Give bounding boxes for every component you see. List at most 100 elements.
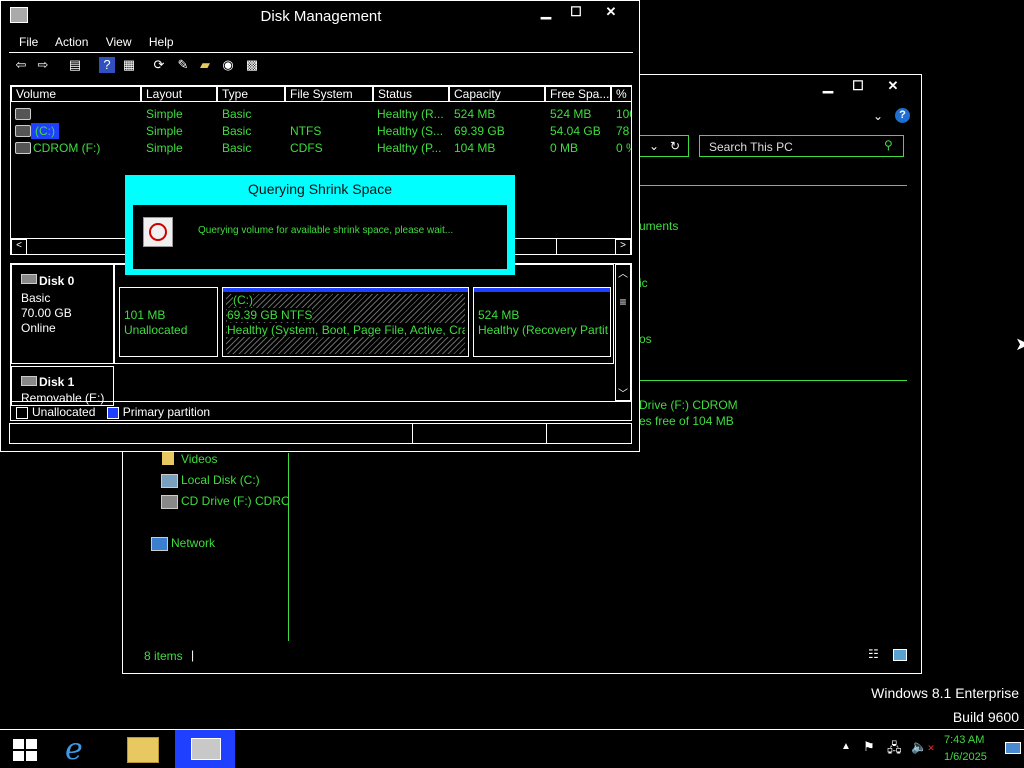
- cell-file-system: NTFS: [290, 124, 322, 138]
- volume-muted-icon[interactable]: 🔈✕: [911, 739, 935, 755]
- drive-item-cdrom[interactable]: Drive (F:) CDROM: [639, 398, 738, 412]
- search-icon[interactable]: ⚲: [884, 138, 893, 152]
- large-icons-view-icon[interactable]: [893, 649, 907, 661]
- col-status[interactable]: Status: [373, 86, 449, 102]
- file-explorer-icon: [127, 737, 159, 763]
- menu-view[interactable]: View: [106, 35, 132, 49]
- refresh-icon[interactable]: ↻: [670, 139, 680, 153]
- taskbar-internet-explorer[interactable]: e: [57, 730, 105, 768]
- disk0-name: Disk 0: [39, 274, 75, 288]
- folder-item-music[interactable]: ic: [639, 276, 648, 290]
- cell-type: Basic: [222, 124, 252, 138]
- search-input[interactable]: Search This PC ⚲: [699, 135, 904, 157]
- col-file-system[interactable]: File System: [285, 86, 373, 102]
- action-center-flag-icon[interactable]: ⚑: [863, 739, 875, 755]
- cell-percent-free: 0 %: [616, 141, 631, 155]
- menu-bar: File Action View Help: [9, 31, 633, 53]
- legend-unallocated-swatch: [16, 406, 28, 419]
- disk-icon: [21, 376, 37, 386]
- refresh-icon[interactable]: ⟳: [151, 57, 167, 73]
- disk1-name: Disk 1: [39, 375, 75, 389]
- scroll-down-button[interactable]: ﹀: [616, 385, 630, 400]
- show-hide-console-icon[interactable]: ▤: [67, 57, 83, 73]
- scroll-thumb[interactable]: [556, 239, 615, 254]
- close-button[interactable]: ✕: [596, 1, 626, 23]
- details-view-icon[interactable]: ☷: [868, 647, 879, 661]
- partition-recovery[interactable]: 524 MB Healthy (Recovery Partit: [473, 287, 611, 357]
- properties-icon[interactable]: ▦: [121, 57, 137, 73]
- col-percent-free[interactable]: % F: [611, 86, 631, 102]
- vertical-scrollbar[interactable]: ︿ ≡ ﹀: [615, 264, 631, 401]
- cell-layout: Simple: [146, 107, 183, 121]
- help-icon[interactable]: ?: [895, 108, 910, 123]
- nav-item-cd-drive[interactable]: CD Drive (F:) CDROM: [181, 494, 289, 508]
- disk-icon: [21, 274, 37, 284]
- network-icon: [151, 537, 168, 551]
- scroll-up-button[interactable]: ︿: [616, 265, 630, 280]
- clock-date[interactable]: 1/6/2025: [944, 751, 987, 763]
- disk0-type: Basic: [21, 291, 51, 305]
- settings-grid-icon[interactable]: ▩: [244, 57, 260, 73]
- taskbar-file-explorer[interactable]: [118, 730, 166, 768]
- scroll-right-button[interactable]: >: [615, 239, 631, 254]
- minimize-button[interactable]: ▁: [531, 1, 561, 23]
- status-bar: [9, 423, 632, 444]
- forward-icon[interactable]: ⇨: [35, 57, 51, 73]
- partition-unallocated[interactable]: 101 MB Unallocated: [119, 287, 218, 357]
- drive-free-text: es free of 104 MB: [639, 414, 734, 428]
- cell-capacity: 69.39 GB: [454, 124, 505, 138]
- col-free-space[interactable]: Free Spa...: [545, 86, 611, 102]
- disk1-label[interactable]: Disk 1 Removable (E:): [11, 366, 114, 406]
- partition-c-drive[interactable]: (C:) 69.39 GB NTFS Healthy (System, Boot…: [222, 287, 469, 357]
- folder-item-documents[interactable]: uments: [639, 219, 678, 233]
- cell-capacity: 104 MB: [454, 141, 496, 155]
- dropdown-icon[interactable]: ⌄: [649, 139, 659, 153]
- cell-layout: Simple: [146, 141, 183, 155]
- explorer-maximize-button[interactable]: ☐: [843, 75, 873, 97]
- menu-help[interactable]: Help: [149, 35, 174, 49]
- nav-item-videos[interactable]: Videos: [181, 452, 217, 466]
- start-button[interactable]: [0, 730, 48, 768]
- disk0-label[interactable]: Disk 0 Basic 70.00 GB Online: [11, 264, 114, 364]
- disk0-partitions: 101 MB Unallocated (C:) 69.39 GB NTFS He…: [114, 264, 614, 364]
- show-hidden-icons-icon[interactable]: ▲: [841, 741, 851, 752]
- partition-size: 101 MB: [124, 308, 166, 322]
- nav-item-network[interactable]: Network: [171, 536, 215, 550]
- col-volume[interactable]: Volume: [11, 86, 141, 102]
- explorer-minimize-button[interactable]: ▁: [813, 75, 843, 97]
- col-type[interactable]: Type: [217, 86, 285, 102]
- menu-file[interactable]: File: [19, 35, 38, 49]
- expand-ribbon-icon[interactable]: ⌄: [873, 109, 883, 123]
- rescan-icon[interactable]: ✎: [175, 57, 191, 73]
- open-folder-icon[interactable]: ▰: [197, 57, 213, 73]
- taskbar-disk-management[interactable]: [175, 730, 235, 768]
- os-build: Build 9600: [952, 709, 1019, 725]
- partition-header-bar: [223, 288, 468, 292]
- network-tray-icon[interactable]: 🖧: [887, 739, 902, 761]
- col-layout[interactable]: Layout: [141, 86, 217, 102]
- help-book-icon[interactable]: ?: [99, 57, 115, 73]
- nav-item-local-disk[interactable]: Local Disk (C:): [181, 473, 260, 487]
- scroll-thumb[interactable]: ≡: [616, 295, 630, 313]
- maximize-button[interactable]: ☐: [561, 1, 591, 23]
- show-desktop-icon[interactable]: [1005, 742, 1021, 754]
- partition-name: (C:): [233, 293, 253, 307]
- explorer-close-button[interactable]: ✕: [878, 75, 908, 97]
- col-capacity[interactable]: Capacity: [449, 86, 545, 102]
- partition-status: Healthy (System, Boot, Page File, Active…: [227, 323, 465, 337]
- menu-action[interactable]: Action: [55, 35, 88, 49]
- address-bar-fragment[interactable]: ⌄ ↻: [637, 135, 689, 157]
- scroll-left-button[interactable]: <: [11, 239, 27, 254]
- cell-volume: CDROM (F:): [33, 141, 101, 155]
- clock-time[interactable]: 7:43 AM: [944, 734, 984, 746]
- folder-item-videos[interactable]: os: [639, 332, 652, 346]
- cell-percent-free: 100: [616, 107, 631, 121]
- legend: Unallocated Primary partition: [11, 401, 631, 419]
- disk-management-icon: [191, 738, 221, 760]
- back-icon[interactable]: ⇦: [13, 57, 29, 73]
- shrink-dialog: Querying Shrink Space Querying volume fo…: [125, 175, 515, 275]
- cell-type: Basic: [222, 141, 252, 155]
- nav-pane-divider: [288, 453, 289, 641]
- search-disk-icon[interactable]: ◉: [220, 57, 236, 73]
- mouse-cursor-icon: ➤: [1015, 334, 1024, 354]
